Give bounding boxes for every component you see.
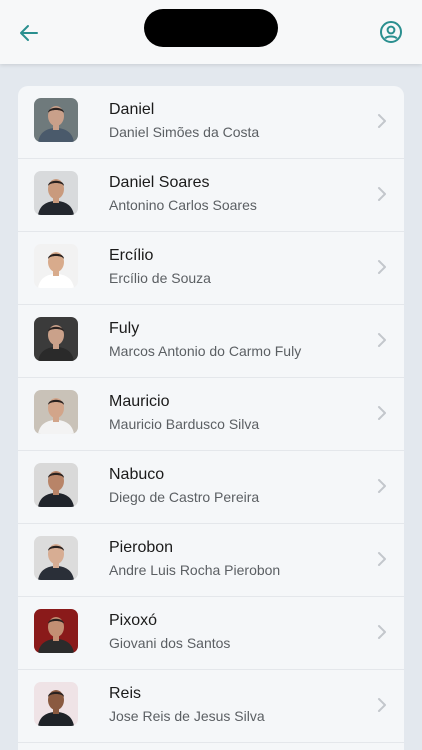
camera-notch [144,9,278,47]
list-item[interactable]: Reis Jose Reis de Jesus Silva [18,670,404,743]
contact-name: Daniel Soares [109,174,210,191]
contact-full-name: Giovani dos Santos [109,635,231,651]
contact-full-name: Mauricio Bardusco Silva [109,416,260,432]
chevron-right-icon [378,625,386,639]
avatar [34,682,78,726]
contact-full-name: Ercílio de Souza [109,270,211,286]
chevron-right-icon [378,552,386,566]
avatar [34,536,78,580]
list-item[interactable]: Ercílio Ercílio de Souza [18,232,404,305]
list-item[interactable]: Pierobon Andre Luis Rocha Pierobon [18,524,404,597]
avatar [34,171,78,215]
arrow-left-icon [20,25,38,41]
chevron-right-icon [378,260,386,274]
contact-name: Pierobon [109,539,174,556]
user-circle-icon [380,21,402,43]
avatar [34,317,78,361]
list-item[interactable]: Pixoxó Giovani dos Santos [18,597,404,670]
list-item[interactable]: Daniel Daniel Simões da Costa [18,86,404,159]
list-item[interactable]: Mauricio Mauricio Bardusco Silva [18,378,404,451]
chevron-right-icon [378,406,386,420]
chevron-right-icon [378,187,386,201]
contact-full-name: Daniel Simões da Costa [109,124,260,140]
chevron-right-icon [378,114,386,128]
chevron-right-icon [378,479,386,493]
avatar [34,609,78,653]
contact-name: Daniel [109,101,155,118]
account-button[interactable] [378,19,404,45]
contacts-list: Daniel Daniel Simões da Costa Daniel Soa… [18,86,404,750]
avatar [34,390,78,434]
avatar [34,244,78,288]
contact-full-name: Jose Reis de Jesus Silva [109,708,265,724]
contact-full-name: Diego de Castro Pereira [109,489,260,505]
contact-full-name: Antonino Carlos Soares [109,197,257,213]
avatar [34,98,78,142]
list-item[interactable]: Fuly Marcos Antonio do Carmo Fuly [18,305,404,378]
avatar [34,463,78,507]
contact-name: Reis [109,685,142,702]
chevron-right-icon [378,333,386,347]
contact-name: Nabuco [109,466,165,483]
contact-full-name: Marcos Antonio do Carmo Fuly [109,343,302,359]
contact-name: Pixoxó [109,612,158,629]
contact-name: Fuly [109,320,140,337]
list-item[interactable]: Nabuco Diego de Castro Pereira [18,451,404,524]
back-button[interactable] [14,18,44,48]
contact-name: Ercílio [109,247,154,264]
contact-full-name: Andre Luis Rocha Pierobon [109,562,281,578]
contact-name: Mauricio [109,393,170,410]
top-bar [0,0,422,64]
list-item[interactable]: Daniel Soares Antonino Carlos Soares [18,159,404,232]
chevron-right-icon [378,698,386,712]
